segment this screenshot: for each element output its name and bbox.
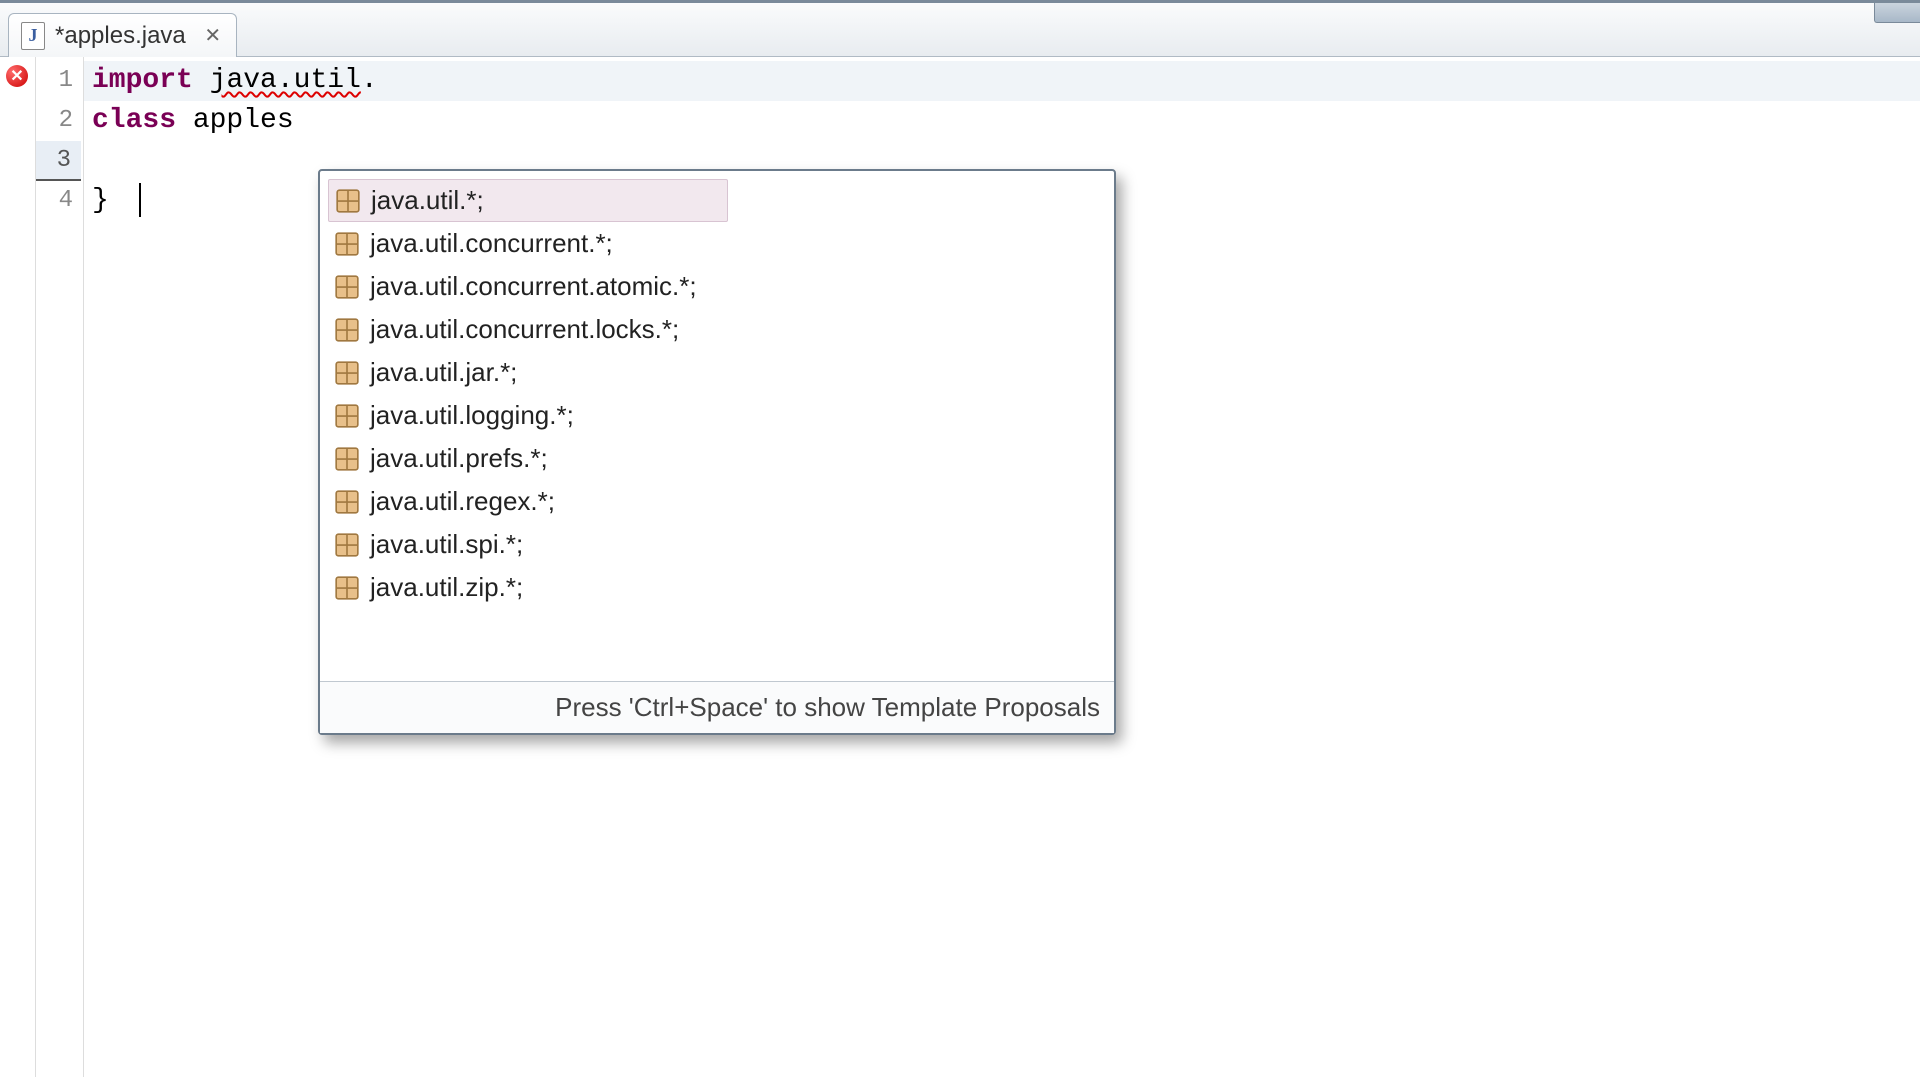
code-line[interactable]: import java.util.	[84, 61, 1920, 101]
brace: }	[92, 185, 109, 216]
suggestion-label: java.util.regex.*;	[370, 486, 555, 517]
marker-bar: ✕	[0, 57, 36, 1077]
keyword: class	[92, 105, 176, 136]
suggestion-label: java.util.jar.*;	[370, 357, 517, 388]
class-name: apples	[176, 105, 294, 136]
package-icon	[334, 274, 360, 300]
window-controls[interactable]	[1874, 3, 1920, 23]
suggestion-label: java.util.*;	[371, 185, 484, 216]
suggestion-label: java.util.concurrent.locks.*;	[370, 314, 679, 345]
package-icon	[334, 532, 360, 558]
autocomplete-suggestion[interactable]: java.util.concurrent.*;	[328, 222, 1106, 265]
keyword: import	[92, 65, 193, 96]
tab-filename: *apples.java	[55, 22, 186, 50]
text-cursor-icon	[139, 183, 141, 217]
autocomplete-suggestion[interactable]: java.util.prefs.*;	[328, 437, 1106, 480]
autocomplete-suggestion[interactable]: java.util.*;	[328, 179, 728, 222]
suggestion-label: java.util.zip.*;	[370, 572, 523, 603]
error-marker-icon[interactable]: ✕	[6, 65, 28, 87]
package-name: java.util	[210, 65, 361, 96]
suggestion-label: java.util.prefs.*;	[370, 443, 548, 474]
autocomplete-suggestion[interactable]: java.util.jar.*;	[328, 351, 1106, 394]
line-number: 4	[36, 181, 83, 221]
package-icon	[334, 317, 360, 343]
editor-body: ✕ 1 2 3 4 import java.util. class apples…	[0, 57, 1920, 1077]
package-icon	[334, 231, 360, 257]
suggestion-label: java.util.concurrent.atomic.*;	[370, 271, 697, 302]
editor-window: J *apples.java ✕ ✕ 1 2 3 4 import java.u…	[0, 0, 1920, 1080]
editor-tab[interactable]: J *apples.java ✕	[8, 13, 237, 57]
autocomplete-popup: java.util.*; java.util.concurrent.*; java.…	[318, 169, 1116, 735]
close-icon[interactable]: ✕	[202, 25, 224, 47]
package-icon	[334, 489, 360, 515]
java-file-icon: J	[21, 22, 45, 50]
line-number: 2	[36, 101, 83, 141]
package-icon	[334, 360, 360, 386]
package-icon	[334, 446, 360, 472]
suggestion-label: java.util.logging.*;	[370, 400, 574, 431]
package-icon	[335, 188, 361, 214]
autocomplete-suggestion[interactable]: java.util.concurrent.atomic.*;	[328, 265, 1106, 308]
suggestion-list[interactable]: java.util.*; java.util.concurrent.*; java.…	[320, 171, 1114, 681]
line-number-gutter: 1 2 3 4	[36, 57, 84, 1077]
autocomplete-suggestion[interactable]: java.util.spi.*;	[328, 523, 1106, 566]
dot: .	[361, 65, 378, 96]
autocomplete-suggestion[interactable]: java.util.regex.*;	[328, 480, 1106, 523]
line-number: 1	[36, 61, 83, 101]
package-icon	[334, 575, 360, 601]
autocomplete-footer: Press 'Ctrl+Space' to show Template Prop…	[320, 681, 1114, 733]
suggestion-label: java.util.spi.*;	[370, 529, 523, 560]
autocomplete-suggestion[interactable]: java.util.zip.*;	[328, 566, 1106, 609]
autocomplete-suggestion[interactable]: java.util.logging.*;	[328, 394, 1106, 437]
autocomplete-suggestion[interactable]: java.util.concurrent.locks.*;	[328, 308, 1106, 351]
tab-bar: J *apples.java ✕	[0, 3, 1920, 57]
line-number: 3	[36, 141, 81, 181]
code-line[interactable]: class apples	[84, 101, 1920, 141]
package-icon	[334, 403, 360, 429]
suggestion-label: java.util.concurrent.*;	[370, 228, 613, 259]
